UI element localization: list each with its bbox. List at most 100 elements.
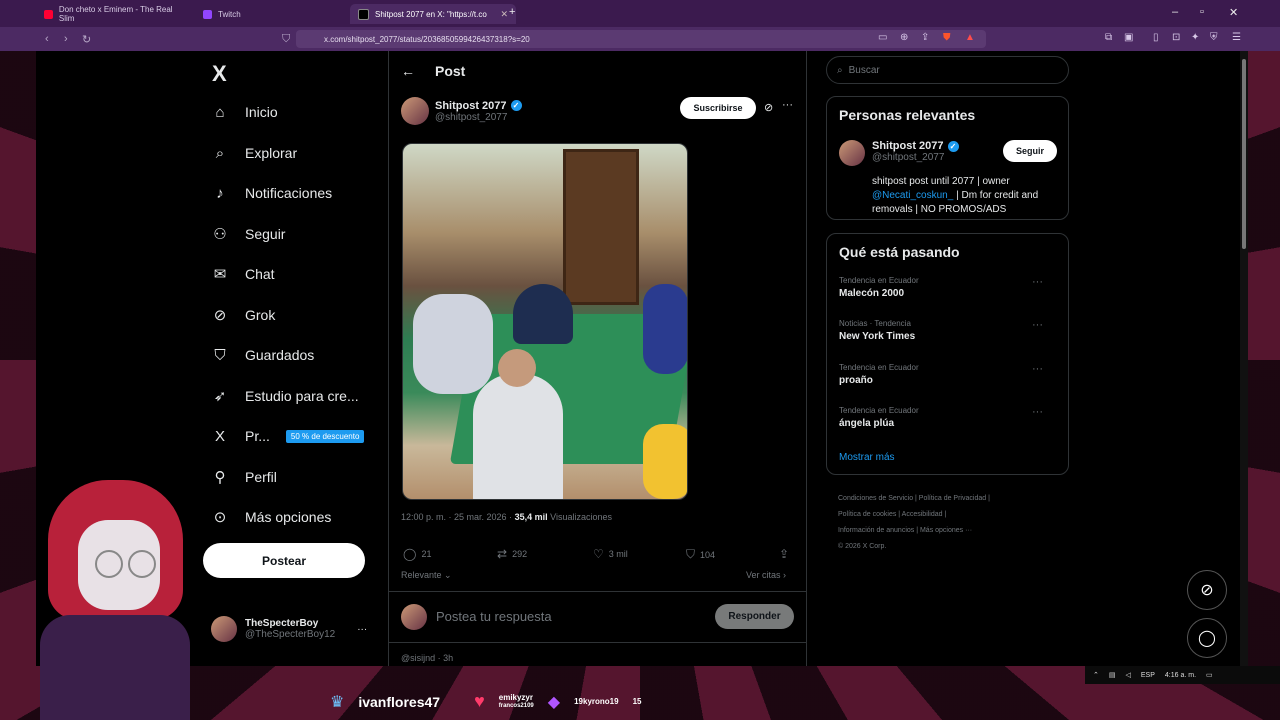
bio-mention-link[interactable]: @Necati_coskun_ (872, 190, 953, 201)
page-scrollbar[interactable] (1240, 51, 1248, 666)
leo-icon[interactable]: ✦ (1191, 32, 1199, 43)
grok-analyze-icon[interactable]: ⊘ (764, 101, 773, 114)
volume-icon[interactable]: ◁ (1126, 671, 1131, 679)
nav-home[interactable]: ⌂ Inicio (211, 95, 278, 129)
language-indicator[interactable]: ESP (1141, 672, 1155, 679)
sort-dropdown[interactable]: Relevante ⌄ (401, 570, 452, 581)
search-placeholder: Buscar (848, 64, 880, 76)
account-switcher[interactable]: TheSpecterBoy @TheSpecterBoy12 ··· (211, 616, 367, 642)
maximize-icon[interactable]: ▫ (1200, 6, 1204, 18)
nav-more[interactable]: ⊙ Más opciones (211, 500, 332, 534)
bookmark-action[interactable]: ⛉ 104 (686, 547, 715, 562)
card-title: Personas relevantes (839, 107, 976, 123)
promo-badge: 50 % de descuento (285, 429, 365, 443)
trend-more-icon[interactable]: ··· (1032, 363, 1043, 375)
rocket-icon: ➶ (213, 388, 227, 405)
show-more-link[interactable]: Mostrar más (839, 452, 895, 463)
post-image[interactable] (402, 143, 688, 500)
reply-action[interactable]: ◯ 21 (403, 547, 431, 561)
reply-input[interactable]: Postea tu respuesta (436, 609, 552, 624)
clock[interactable]: 4:16 a. m. (1165, 672, 1196, 679)
reload-icon[interactable]: ↻ (82, 33, 91, 46)
view-quotes-link[interactable]: Ver citas › (746, 570, 786, 580)
forward-icon[interactable]: › (64, 33, 68, 45)
back-arrow-icon[interactable]: ← (401, 63, 415, 79)
sidebar-icon[interactable]: ▯ (1153, 32, 1159, 43)
notification-icon[interactable]: ▭ (1206, 671, 1213, 679)
post-more-icon[interactable]: ··· (782, 99, 793, 111)
image-person (473, 374, 563, 499)
trend-item[interactable]: Tendencia en Ecuador Malecón 2000 (839, 276, 919, 299)
trend-more-icon[interactable]: ··· (1032, 319, 1043, 331)
search-input[interactable]: ⌕ Buscar (826, 56, 1069, 84)
trend-item[interactable]: Tendencia en Ecuador proaño (839, 363, 919, 386)
browser-tab-active[interactable]: Shitpost 2077 en X: "https://t.co ✕ (350, 4, 516, 24)
close-window-icon[interactable]: ✕ (1229, 6, 1238, 19)
new-tab-button[interactable]: + (509, 6, 515, 18)
share-icon[interactable]: ⇪ (921, 32, 929, 43)
nav-premium[interactable]: X Pr... 50 % de descuento (211, 419, 365, 453)
nav-creator-studio[interactable]: ➶ Estudio para cre... (211, 379, 359, 413)
footer-line[interactable]: Condiciones de Servicio | Política de Pr… (838, 491, 1058, 507)
author-avatar[interactable] (401, 97, 429, 125)
follow-button[interactable]: Seguir (1003, 140, 1057, 162)
extension-icon[interactable]: ⧉ (1105, 32, 1112, 43)
nav-profile[interactable]: ⚲ Perfil (211, 460, 277, 494)
wifi-icon[interactable]: ▤ (1109, 671, 1116, 679)
post-author[interactable]: Shitpost 2077 ✓ @shitpost_2077 (401, 97, 522, 125)
chat-fab-icon[interactable]: ◯ (1187, 618, 1227, 658)
browser-tabbar: Don cheto x Eminem - The Real Slim Twitc… (0, 0, 1280, 27)
browser-tab[interactable]: Don cheto x Eminem - The Real Slim (36, 4, 197, 24)
brave-rewards-icon[interactable]: ▲ (965, 32, 975, 43)
post-time[interactable]: 12:00 p. m. · 25 mar. 2026 · (401, 512, 512, 522)
zoom-icon[interactable]: ⊕ (900, 32, 908, 43)
reply-button[interactable]: Responder (715, 604, 794, 629)
next-reply-preview[interactable]: @sisijnd · 3h (401, 653, 453, 663)
vpn-icon[interactable]: ⛨ (1210, 32, 1218, 43)
nav-explore[interactable]: ⌕ Explorar (211, 136, 297, 170)
wallet-2-icon[interactable]: ⊡ (1172, 32, 1180, 43)
trend-more-icon[interactable]: ··· (1032, 276, 1043, 288)
nav-notifications[interactable]: ♪ Notificaciones (211, 176, 332, 210)
grok-fab-icon[interactable]: ⊘ (1187, 570, 1227, 610)
back-icon[interactable]: ‹ (45, 33, 49, 45)
x-logo[interactable]: X (212, 61, 227, 87)
subscribe-button[interactable]: Suscribirse (680, 97, 756, 119)
author-name[interactable]: Shitpost 2077 (435, 100, 507, 112)
nav-follow[interactable]: ⚇ Seguir (211, 217, 285, 251)
menu-icon[interactable]: ☰ (1232, 32, 1241, 43)
trend-item[interactable]: Noticias · Tendencia New York Times (839, 319, 915, 342)
footer-line[interactable]: Política de cookies | Accesibilidad | (838, 507, 1058, 523)
tray-chevron-icon[interactable]: ⌃ (1093, 671, 1099, 679)
like-action[interactable]: ♡ 3 mil (593, 547, 628, 561)
image-person (643, 284, 687, 374)
cast-icon[interactable]: ▭ (878, 32, 887, 43)
repost-action[interactable]: ⇄ 292 (497, 547, 527, 561)
footer-line: © 2026 X Corp. (838, 543, 887, 550)
nav-label: Notificaciones (245, 185, 333, 201)
author-handle[interactable]: @shitpost_2077 (435, 112, 522, 123)
account-more-icon[interactable]: ··· (357, 624, 367, 635)
minimize-icon[interactable]: – (1172, 6, 1178, 18)
post-actions: ◯ 21 ⇄ 292 ♡ 3 mil ⛉ 104 ⇪ (403, 547, 795, 565)
views-label: Visualizaciones (550, 512, 612, 522)
trend-item[interactable]: Tendencia en Ecuador ángela plúa (839, 406, 919, 429)
browser-tab[interactable]: Twitch (195, 4, 356, 24)
x-premium-icon: X (214, 427, 225, 445)
close-tab-icon[interactable]: ✕ (500, 9, 508, 20)
nav-grok[interactable]: ⊘ Grok (211, 298, 276, 332)
footer-line[interactable]: Información de anuncios | Más opciones ·… (838, 523, 1058, 539)
relevant-person[interactable]: Shitpost 2077 ✓ @shitpost_2077 (872, 140, 959, 163)
nav-chat[interactable]: ✉ Chat (211, 257, 275, 291)
post-button[interactable]: Postear (203, 543, 365, 578)
nav-bookmarks[interactable]: ⛉ Guardados (211, 338, 314, 372)
wallet-icon[interactable]: ▣ (1124, 32, 1133, 43)
bookmark-page-icon[interactable]: ⛉ (282, 33, 290, 46)
brave-shield-icon[interactable]: ⛊ (943, 32, 951, 43)
share-action[interactable]: ⇪ (779, 547, 789, 561)
trend-more-icon[interactable]: ··· (1032, 406, 1043, 418)
trend-category: Tendencia en Ecuador (839, 363, 919, 372)
bookmark-icon: ⛉ (214, 346, 226, 364)
nav-label: Inicio (245, 104, 278, 120)
author-avatar[interactable] (839, 140, 865, 166)
